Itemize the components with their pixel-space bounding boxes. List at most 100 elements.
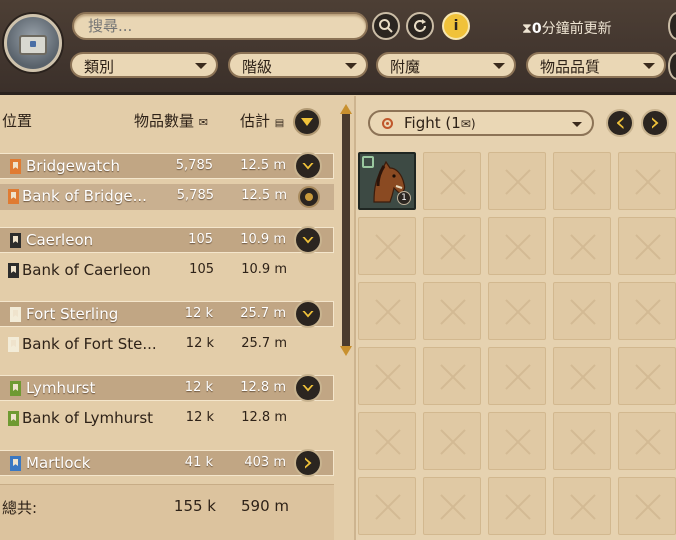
expand-chevron-icon[interactable]: [294, 226, 322, 254]
bank-row-lymhurst[interactable]: Bank of Lymhurst 12 k 12.8 m: [0, 406, 334, 432]
empty-slot[interactable]: [423, 347, 481, 405]
search-input[interactable]: [72, 12, 368, 40]
chevron-down-icon: [643, 63, 655, 69]
location-name: Fort Sterling: [26, 305, 119, 323]
location-name: Bridgewatch: [26, 157, 120, 175]
empty-slot[interactable]: [618, 217, 676, 275]
empty-slot[interactable]: [358, 217, 416, 275]
bank-count: 12 k: [185, 410, 214, 425]
flag-icon: [10, 307, 21, 322]
empty-slot[interactable]: [488, 412, 546, 470]
empty-slot[interactable]: [423, 412, 481, 470]
location-row-bridgewatch[interactable]: Bridgewatch 5,785 12.5 m: [0, 152, 334, 180]
empty-slot[interactable]: [553, 412, 611, 470]
inventory-slot-horse[interactable]: 1: [358, 152, 416, 210]
empty-slot[interactable]: [423, 152, 481, 210]
empty-slot[interactable]: [618, 282, 676, 340]
bank-count: 5,785: [176, 188, 214, 203]
bank-row-caerleon[interactable]: Bank of Caerleon 105 10.9 m: [0, 258, 334, 284]
scroll-up-arrow-icon[interactable]: [340, 104, 352, 114]
empty-slot[interactable]: [423, 217, 481, 275]
scrollbar-track[interactable]: [342, 110, 350, 350]
tab-selector-label: Fight (1✉): [404, 114, 476, 132]
chest-avatar-icon[interactable]: [4, 14, 62, 72]
tier-filter[interactable]: 階級: [228, 52, 368, 78]
empty-slot[interactable]: [423, 477, 481, 535]
empty-slot[interactable]: [553, 282, 611, 340]
chevron-right-icon[interactable]: [294, 449, 322, 477]
bank-settings-icon[interactable]: [298, 186, 320, 208]
empty-slot[interactable]: [618, 477, 676, 535]
empty-slot[interactable]: [553, 347, 611, 405]
empty-slot[interactable]: [618, 347, 676, 405]
empty-slot[interactable]: [618, 152, 676, 210]
empty-slot[interactable]: [553, 217, 611, 275]
top-bar: i ⧗0分鐘前更新 類別 階級 附魔 物品品質: [0, 0, 676, 95]
bank-name: Bank of Caerleon: [22, 261, 151, 279]
location-row-lymhurst[interactable]: Lymhurst 12 k 12.8 m: [0, 374, 334, 402]
tab-selector-dropdown[interactable]: Fight (1✉): [368, 110, 594, 136]
location-header[interactable]: 位置: [2, 110, 32, 131]
location-estimate: 10.9 m: [240, 232, 286, 247]
empty-slot[interactable]: [488, 152, 546, 210]
expand-chevron-icon[interactable]: [294, 300, 322, 328]
search-button[interactable]: [372, 12, 400, 40]
location-count: 105: [188, 232, 213, 247]
side-handle[interactable]: [668, 12, 676, 40]
flag-icon: [8, 263, 19, 278]
update-timer: ⧗0分鐘前更新: [522, 18, 612, 38]
bank-row-bridgewatch[interactable]: Bank of Bridge... 5,785 12.5 m: [0, 184, 334, 210]
empty-slot[interactable]: [488, 217, 546, 275]
info-button[interactable]: i: [442, 12, 470, 40]
checkmark-icon: ✉): [460, 117, 476, 131]
empty-slot[interactable]: [358, 282, 416, 340]
chevron-down-icon: [493, 63, 505, 69]
flag-icon: [10, 233, 21, 248]
location-row-caerleon[interactable]: Caerleon 105 10.9 m: [0, 226, 334, 254]
location-row-martlock[interactable]: Martlock 41 k 403 m: [0, 449, 334, 477]
location-estimate: 12.5 m: [240, 158, 286, 173]
empty-slot[interactable]: [358, 412, 416, 470]
location-row-fort-sterling[interactable]: Fort Sterling 12 k 25.7 m: [0, 300, 334, 328]
total-count: 155 k: [173, 497, 216, 515]
category-filter[interactable]: 類別: [70, 52, 218, 78]
bank-name: Bank of Fort Ste...: [22, 335, 157, 353]
empty-slot[interactable]: [488, 282, 546, 340]
flag-icon: [8, 411, 19, 426]
enchantment-filter[interactable]: 附魔: [376, 52, 516, 78]
chevron-down-icon: [345, 63, 357, 69]
empty-slot[interactable]: [553, 152, 611, 210]
scroll-down-arrow-icon[interactable]: [340, 346, 352, 356]
quality-filter[interactable]: 物品品質: [526, 52, 666, 78]
estimate-header-label: 估計: [240, 112, 271, 130]
tier-filter-label: 階級: [242, 58, 273, 76]
tab-selector-text: Fight (1: [404, 114, 461, 132]
estimate-header[interactable]: 估計 ▤: [240, 110, 284, 131]
refresh-button[interactable]: [406, 12, 434, 40]
next-tab-button[interactable]: [641, 109, 669, 137]
bank-name: Bank of Lymhurst: [22, 409, 154, 427]
bank-estimate: 12.8 m: [241, 410, 287, 425]
previous-tab-button[interactable]: [606, 109, 634, 137]
empty-slot[interactable]: [423, 282, 481, 340]
empty-slot[interactable]: [618, 412, 676, 470]
empty-slot[interactable]: [358, 347, 416, 405]
flag-icon: [10, 456, 21, 471]
location-name: Caerleon: [26, 231, 94, 249]
timer-unit: 分鐘前更新: [541, 21, 612, 37]
expand-chevron-icon[interactable]: [294, 152, 322, 180]
empty-slot[interactable]: [488, 347, 546, 405]
empty-slot[interactable]: [553, 477, 611, 535]
empty-slot[interactable]: [358, 477, 416, 535]
location-count: 5,785: [175, 158, 213, 173]
count-header[interactable]: 物品數量 ✉: [134, 110, 208, 131]
bank-row-fort-sterling[interactable]: Bank of Fort Ste... 12 k 25.7 m: [0, 332, 334, 358]
info-icon: i: [453, 18, 459, 34]
expand-chevron-icon[interactable]: [294, 374, 322, 402]
inventory-grid: 1: [358, 152, 676, 540]
sort-button[interactable]: [293, 108, 321, 136]
empty-slot[interactable]: [488, 477, 546, 535]
location-count: 41 k: [184, 455, 213, 470]
quality-filter-label: 物品品質: [540, 58, 601, 76]
side-handle[interactable]: [668, 52, 676, 80]
